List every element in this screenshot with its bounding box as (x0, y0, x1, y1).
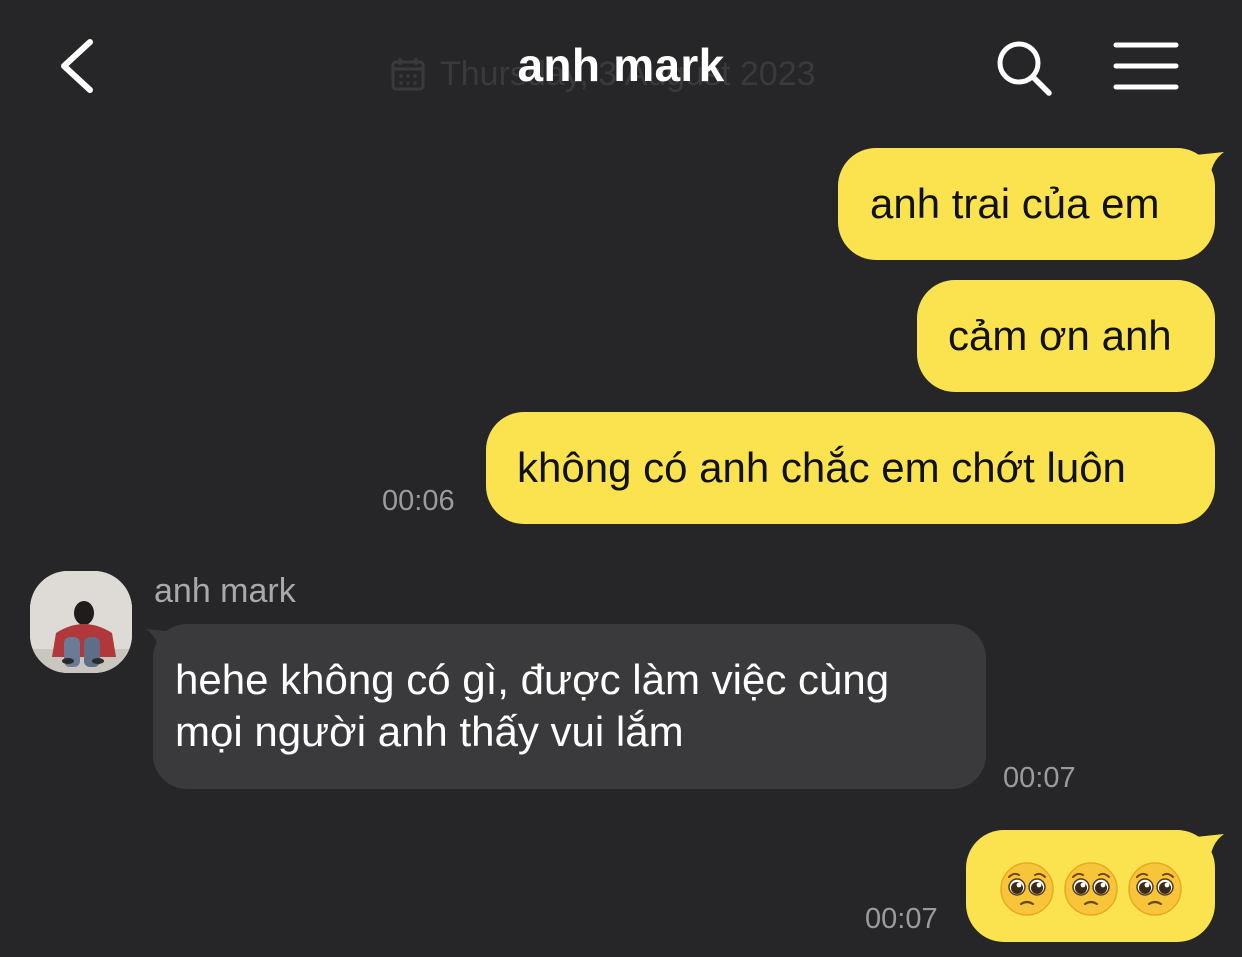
message-text: anh trai của em (870, 180, 1160, 227)
avatar-photo (30, 571, 132, 673)
sender-name: anh mark (154, 572, 296, 610)
message-timestamp: 00:07 (1003, 762, 1076, 794)
message-bubble-outgoing[interactable]: cảm ơn anh (917, 280, 1215, 392)
avatar[interactable] (30, 571, 132, 673)
message-text: không có anh chắc em chớt luôn (517, 444, 1126, 491)
message-timestamp: 00:07 (865, 903, 938, 935)
hamburger-menu-icon (1113, 42, 1179, 90)
search-icon (997, 41, 1052, 96)
message-text-line: mọi người anh thấy vui lắm (175, 708, 684, 755)
message-timestamp: 00:06 (382, 485, 455, 517)
message-bubble-incoming[interactable]: hehe không có gì, được làm việc cùng mọi… (153, 624, 986, 789)
chat-header: Thursday, 3 August 2023 anh mark (0, 0, 1242, 130)
message-text-line: hehe không có gì, được làm việc cùng (175, 656, 890, 703)
message-text: cảm ơn anh (948, 312, 1172, 359)
message-bubble-outgoing[interactable] (966, 830, 1215, 942)
message-bubble-outgoing[interactable]: không có anh chắc em chớt luôn (486, 412, 1215, 524)
pleading-face-emoji-icon (1000, 862, 1182, 916)
search-button[interactable] (992, 36, 1056, 100)
menu-button[interactable] (1112, 40, 1180, 92)
chat-screen: Thursday, 3 August 2023 anh mark anh tra… (0, 0, 1242, 957)
message-bubble-outgoing[interactable]: anh trai của em (838, 148, 1215, 260)
